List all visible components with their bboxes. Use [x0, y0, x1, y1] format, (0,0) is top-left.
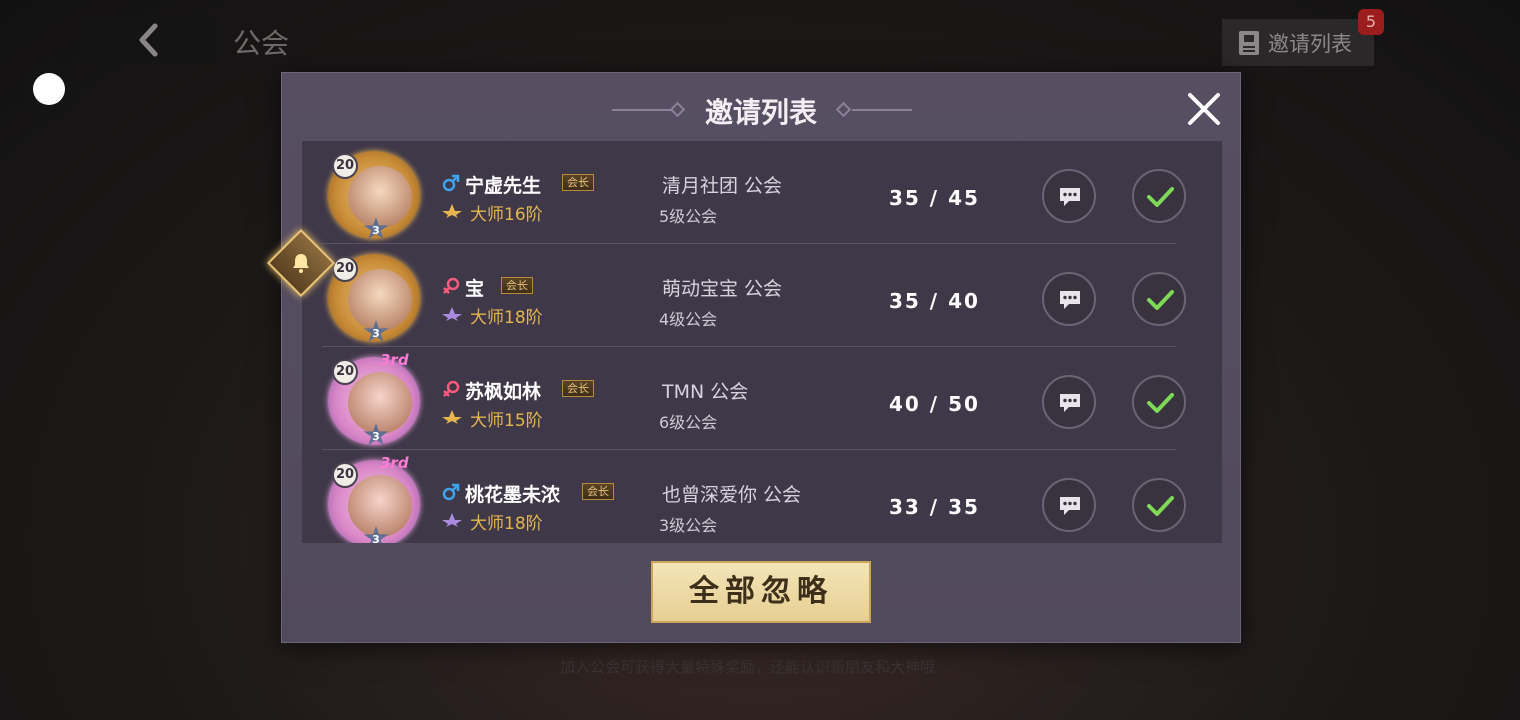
member-count: 35 / 45 [889, 186, 980, 210]
player-name: 桃花墨未浓 [465, 484, 561, 506]
chat-button[interactable] [1042, 272, 1096, 326]
player-rank: 大师18阶 [470, 308, 543, 328]
floating-assistive-button[interactable] [22, 62, 76, 116]
female-icon [443, 380, 460, 397]
accept-button[interactable] [1132, 478, 1186, 532]
notification-badge: 5 [1358, 9, 1384, 35]
avatar[interactable]: 3rd 20 3 [322, 454, 426, 543]
invite-list-dialog: 邀请列表 20 3 宁虚先生 会长 大师16阶 清月社团 公会 5级公会 35 … [281, 72, 1241, 643]
female-icon [443, 277, 460, 294]
guild-name: 也曾深爱你 公会 [662, 484, 802, 506]
invite-row: 3rd 20 3 桃花墨未浓 会长 大师18阶 也曾深爱你 公会 3级公会 33… [302, 450, 1222, 543]
page-title: 公会 [233, 27, 290, 60]
rank-icon [442, 410, 462, 424]
chat-bubble-icon [1060, 394, 1080, 412]
dialog-header: 邀请列表 [282, 91, 1240, 131]
avatar-portrait [348, 269, 412, 331]
player-level-badge: 20 [332, 462, 358, 488]
player-level-badge: 20 [332, 153, 358, 179]
anniversary-ribbon: 3rd [380, 351, 409, 369]
chat-button[interactable] [1042, 375, 1096, 429]
player-name: 苏枫如林 [465, 381, 542, 403]
avatar[interactable]: 20 3 [322, 252, 426, 344]
bell-icon [293, 254, 309, 273]
invite-row: 20 3 宁虚先生 会长 大师16阶 清月社团 公会 5级公会 35 / 45 [302, 141, 1222, 244]
chat-bubble-icon [1060, 291, 1080, 309]
player-level-badge: 20 [332, 359, 358, 385]
rank-icon [442, 204, 462, 218]
player-rank: 大师18阶 [470, 514, 543, 534]
player-rank: 大师16阶 [470, 205, 543, 225]
leader-tag: 会长 [501, 277, 533, 294]
guild-level: 5级公会 [659, 207, 718, 226]
accept-button[interactable] [1132, 272, 1186, 326]
invite-list-icon [1239, 30, 1259, 55]
rank-icon [442, 307, 462, 321]
invite-row: 20 3 宝 会长 大师18阶 萌动宝宝 公会 4级公会 35 / 40 [302, 244, 1222, 347]
title-divider-right [852, 109, 912, 111]
guild-name: TMN 公会 [662, 381, 749, 403]
avatar-portrait [348, 475, 412, 537]
ignore-all-button[interactable]: 全部忽略 [651, 561, 871, 623]
checkmark-icon [1147, 393, 1174, 413]
close-icon[interactable] [1186, 91, 1222, 127]
player-name: 宝 [465, 278, 485, 300]
checkmark-icon [1147, 187, 1174, 207]
accept-button[interactable] [1132, 169, 1186, 223]
avatar-portrait [348, 166, 412, 228]
male-icon [442, 174, 460, 192]
guild-level: 6级公会 [659, 413, 718, 432]
member-count: 33 / 35 [889, 495, 980, 519]
guild-name: 萌动宝宝 公会 [662, 278, 783, 300]
invite-list[interactable]: 20 3 宁虚先生 会长 大师16阶 清月社团 公会 5级公会 35 / 45 [302, 141, 1222, 543]
anniversary-ribbon: 3rd [380, 454, 409, 472]
checkmark-icon [1147, 496, 1174, 516]
member-count: 35 / 40 [889, 289, 980, 313]
player-name: 宁虚先生 [465, 175, 542, 197]
leader-tag: 会长 [582, 483, 614, 500]
guild-name: 清月社团 公会 [662, 175, 783, 197]
chevron-left-icon [139, 23, 158, 57]
dialog-title: 邀请列表 [704, 96, 817, 129]
chat-button[interactable] [1042, 478, 1096, 532]
invite-list-button[interactable]: 邀请列表 [1222, 19, 1374, 66]
chat-button[interactable] [1042, 169, 1096, 223]
checkmark-icon [1147, 290, 1174, 310]
leader-tag: 会长 [562, 380, 594, 397]
player-level-badge: 20 [332, 256, 358, 282]
leader-tag: 会长 [562, 174, 594, 191]
avatar-portrait [348, 372, 412, 434]
accept-button[interactable] [1132, 375, 1186, 429]
guild-level: 4级公会 [659, 310, 718, 329]
member-count: 40 / 50 [889, 392, 980, 416]
guild-level: 3级公会 [659, 516, 718, 535]
join-guild-hint: 加入公会可获得大量特殊奖励，还能认识新朋友和大神哦 [560, 658, 936, 676]
male-icon [442, 483, 460, 501]
chat-bubble-icon [1060, 188, 1080, 206]
avatar[interactable]: 20 3 [322, 149, 426, 241]
avatar[interactable]: 3rd 20 3 [322, 351, 426, 447]
invite-list-label: 邀请列表 [1268, 31, 1352, 56]
invite-row: 3rd 20 3 苏枫如林 会长 大师15阶 TMN 公会 6级公会 40 / … [302, 347, 1222, 450]
chat-bubble-icon [1060, 497, 1080, 515]
rank-icon [442, 513, 462, 527]
player-rank: 大师15阶 [470, 411, 543, 431]
